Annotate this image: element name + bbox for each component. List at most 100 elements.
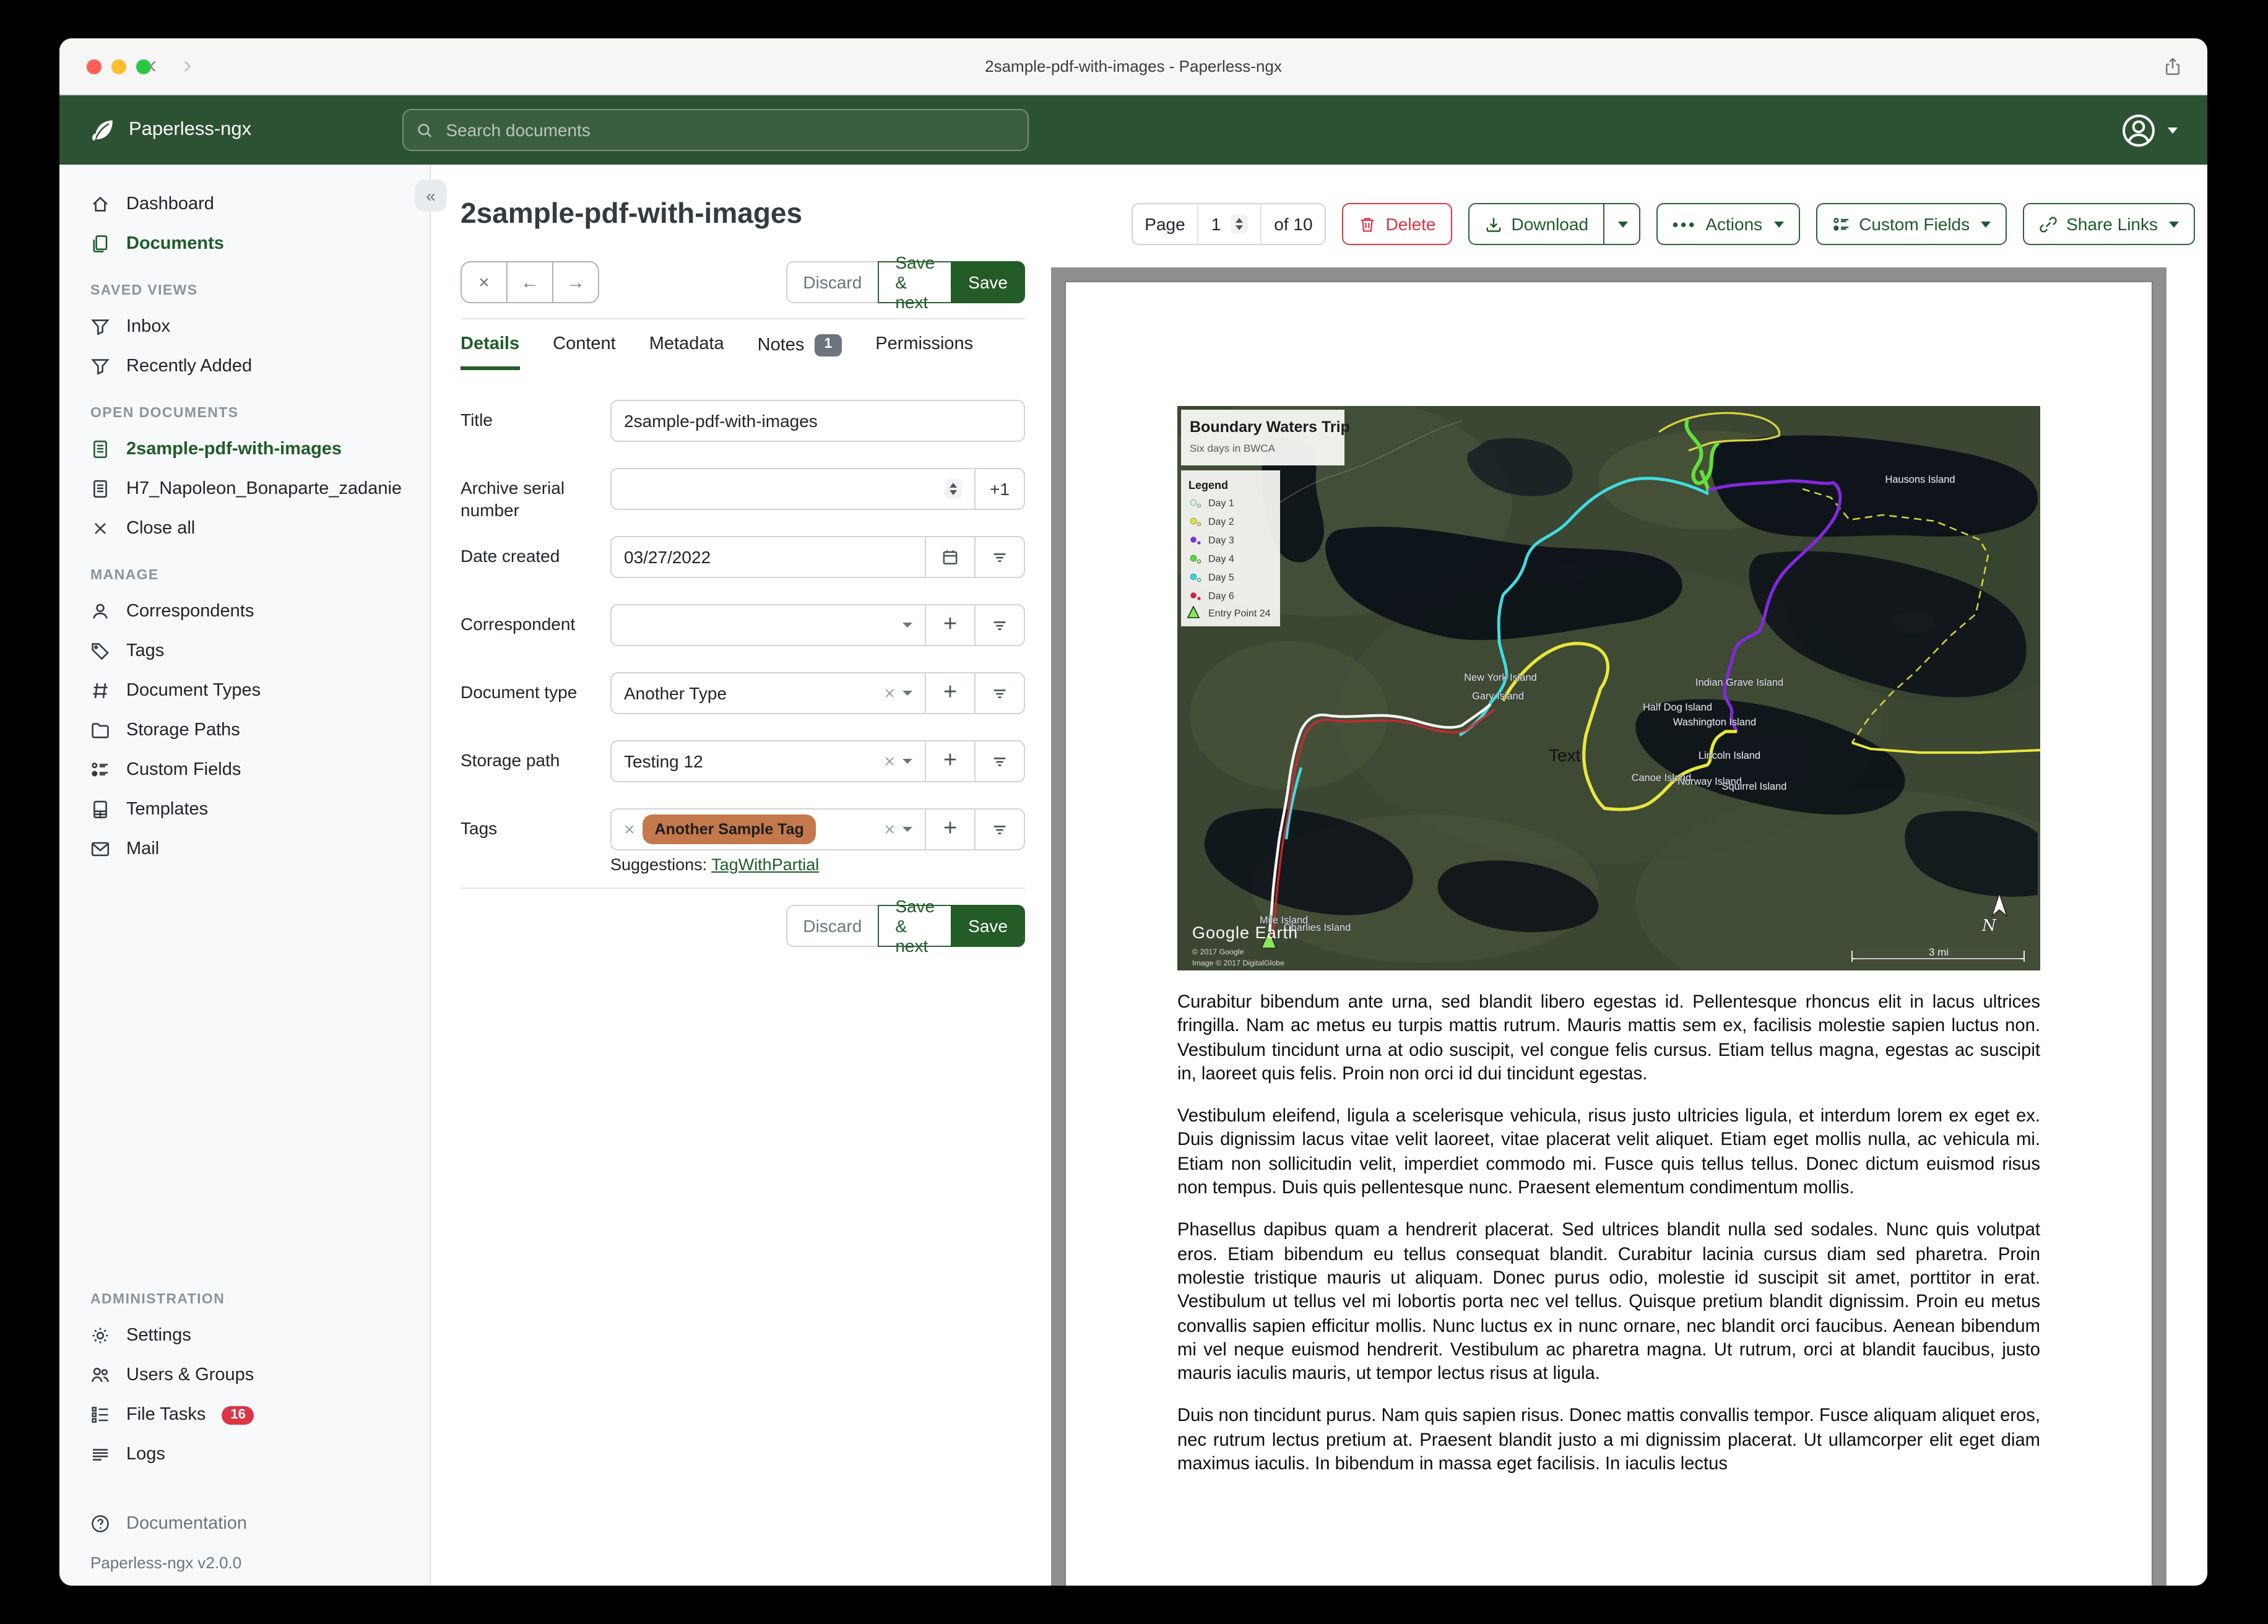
close-document-button[interactable]: × (461, 261, 508, 303)
date-filter-button[interactable] (974, 536, 1025, 578)
sidebar-item-mail[interactable]: Mail (59, 829, 430, 869)
previous-document-button[interactable]: ← (506, 261, 553, 303)
tags-filter-button[interactable] (974, 808, 1025, 850)
storage-path-filter-button[interactable] (974, 740, 1025, 782)
add-tag-button[interactable]: + (925, 808, 976, 850)
share-icon[interactable] (2163, 38, 2183, 94)
form-row-date-created: Date created 03/27/2022 (461, 536, 1025, 578)
sidebar-item-tags[interactable]: Tags (59, 631, 430, 671)
sidebar-item-recently-added[interactable]: Recently Added (59, 347, 430, 386)
sidebar-item-templates[interactable]: Templates (59, 790, 430, 829)
custom-fields-icon (1833, 217, 1848, 230)
document-type-select[interactable]: Another Type × (610, 672, 926, 714)
save-next-button[interactable]: Save & next (878, 896, 953, 956)
asn-spinner[interactable] (945, 479, 962, 499)
save-next-button[interactable]: Save & next (878, 253, 953, 312)
browser-forward-icon[interactable]: › (183, 38, 191, 94)
caret-down-icon (2169, 221, 2179, 227)
suggestion-link[interactable]: TagWithPartial (711, 855, 819, 874)
document-paragraph: Phasellus dapibus quam a hendrerit place… (1177, 1220, 2040, 1384)
sidebar-item-documents[interactable]: Documents (59, 224, 430, 264)
sidebar-item-label: Documents (126, 234, 224, 254)
clear-icon[interactable]: × (884, 684, 895, 702)
document-type-filter-button[interactable] (974, 672, 1025, 714)
tab-metadata[interactable]: Metadata (649, 334, 724, 366)
sidebar-item-storage-paths[interactable]: Storage Paths (59, 710, 430, 750)
person-icon (93, 603, 108, 619)
sidebar-item-open-doc-2[interactable]: H7_Napoleon_Bonaparte_zadanie (59, 469, 430, 509)
app-brand[interactable]: Paperless-ngx (59, 116, 251, 144)
sidebar-item-document-types[interactable]: Document Types (59, 671, 430, 710)
minimize-window-button[interactable] (111, 59, 126, 74)
clear-icon[interactable]: × (884, 820, 895, 839)
svg-text:Day 1: Day 1 (1208, 498, 1234, 509)
page-spinner[interactable] (1231, 214, 1249, 234)
sidebar-item-documentation[interactable]: Documentation (59, 1504, 430, 1544)
download-button[interactable]: Download (1468, 203, 1605, 245)
add-storage-path-button[interactable]: + (925, 740, 976, 782)
calendar-button[interactable] (925, 536, 976, 578)
tab-permissions[interactable]: Permissions (875, 334, 973, 366)
user-menu[interactable] (2121, 112, 2178, 148)
correspondent-select[interactable] (610, 604, 926, 646)
custom-fields-button[interactable]: Custom Fields (1816, 203, 2007, 245)
clear-icon[interactable]: × (884, 752, 895, 771)
delete-button[interactable]: Delete (1342, 203, 1452, 245)
share-links-button[interactable]: Share Links (2023, 203, 2195, 245)
legend-title: Legend (1188, 479, 1228, 491)
date-created-input[interactable]: 03/27/2022 (610, 536, 926, 578)
sidebar-item-dashboard[interactable]: Dashboard (59, 184, 430, 224)
sidebar-item-logs[interactable]: Logs (59, 1435, 430, 1474)
discard-button[interactable]: Discard (786, 261, 880, 303)
title-input[interactable]: 2sample-pdf-with-images (610, 400, 1025, 442)
save-button[interactable]: Save (951, 261, 1025, 303)
sidebar-item-custom-fields[interactable]: Custom Fields (59, 750, 430, 790)
sidebar-collapse-button[interactable]: « (415, 179, 447, 212)
sidebar-item-open-doc-1[interactable]: 2sample-pdf-with-images (59, 430, 430, 469)
sidebar-item-inbox[interactable]: Inbox (59, 307, 430, 347)
tag-chip[interactable]: Another Sample Tag (642, 814, 816, 844)
divider (461, 888, 1025, 889)
search-input[interactable] (443, 119, 1015, 141)
chevron-down-icon (902, 759, 912, 764)
sidebar-item-file-tasks[interactable]: File Tasks 16 (59, 1395, 430, 1435)
tab-notes[interactable]: Notes 1 (758, 334, 842, 368)
page-label: Page (1145, 214, 1185, 234)
plus-icon: + (943, 611, 958, 637)
asn-input[interactable] (610, 468, 976, 510)
form-row-tags: Tags × Another Sample Tag × + (461, 808, 1025, 850)
save-button[interactable]: Save (951, 905, 1025, 947)
file-text-icon (93, 480, 107, 498)
tag-icon (92, 643, 109, 660)
sidebar-item-settings[interactable]: Settings (59, 1316, 430, 1355)
asn-plus-one-button[interactable]: +1 (974, 468, 1025, 510)
correspondent-filter-button[interactable] (974, 604, 1025, 646)
template-file-icon (93, 800, 107, 819)
pdf-viewer-frame[interactable]: Hausons Island New York Island Gary Isla… (1051, 267, 2166, 1586)
page-total: of 10 (1260, 204, 1325, 244)
tab-content[interactable]: Content (553, 334, 616, 366)
tab-details[interactable]: Details (461, 334, 520, 370)
storage-path-select[interactable]: Testing 12 × (610, 740, 926, 782)
map-label: Squirrel Island (1722, 781, 1787, 792)
close-window-button[interactable] (87, 59, 102, 74)
document-paragraph: Curabitur bibendum ante urna, sed blandi… (1177, 993, 2040, 1084)
browser-back-icon[interactable]: ‹ (149, 38, 157, 94)
map-label: Lincoln Island (1699, 750, 1760, 761)
plus-icon: + (943, 679, 958, 705)
sidebar-item-users-groups[interactable]: Users & Groups (59, 1355, 430, 1395)
form-row-correspondent: Correspondent + (461, 604, 1025, 646)
next-document-button[interactable]: → (552, 261, 599, 303)
sidebar-item-correspondents[interactable]: Correspondents (59, 592, 430, 631)
download-caret-button[interactable] (1603, 203, 1641, 245)
link-icon (2040, 216, 2057, 232)
sidebar-item-close-all[interactable]: Close all (59, 509, 430, 548)
actions-button[interactable]: ••• Actions (1656, 203, 1800, 245)
page-number-input[interactable]: 1 (1197, 204, 1261, 244)
tags-input[interactable]: × Another Sample Tag × (610, 808, 926, 850)
add-document-type-button[interactable]: + (925, 672, 976, 714)
add-correspondent-button[interactable]: + (925, 604, 976, 646)
discard-button[interactable]: Discard (786, 905, 880, 947)
remove-tag-icon[interactable]: × (624, 820, 635, 839)
global-search[interactable] (402, 109, 1029, 151)
